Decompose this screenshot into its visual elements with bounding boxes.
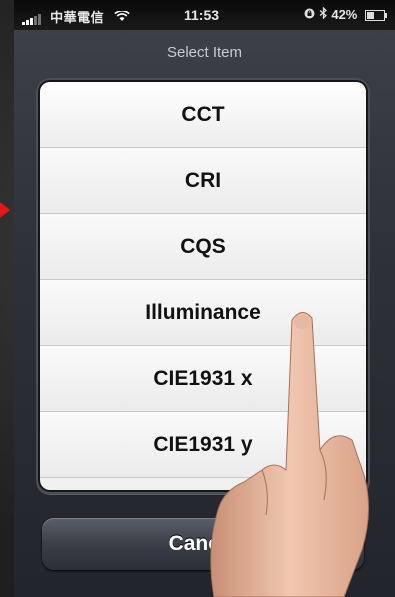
picker-item-cqs[interactable]: CQS [40, 214, 366, 280]
pointer-arrow-icon [0, 202, 10, 218]
bluetooth-icon [319, 6, 332, 22]
picker-item-cri[interactable]: CRI [40, 148, 366, 214]
picker-item-cct[interactable]: CCT [40, 82, 366, 148]
battery-percent: 42% [331, 7, 358, 22]
clock: 11:53 [184, 7, 220, 23]
carrier-name: 中華電信 [50, 10, 105, 25]
phone-screen: 中華電信 11:53 42% Select Item CCT CRI CQS I… [14, 0, 395, 597]
carrier-group: 中華電信 [22, 7, 130, 26]
sheet-title: Select Item [166, 44, 243, 61]
rotation-lock-icon [304, 7, 319, 22]
status-right: 42% [304, 6, 387, 22]
wifi-icon [114, 10, 130, 25]
signal-bars-icon [22, 10, 42, 25]
status-bar: 中華電信 11:53 42% [14, 0, 395, 30]
battery-icon [365, 10, 387, 22]
pointing-hand-icon [210, 312, 370, 597]
battery-fill [367, 12, 374, 20]
